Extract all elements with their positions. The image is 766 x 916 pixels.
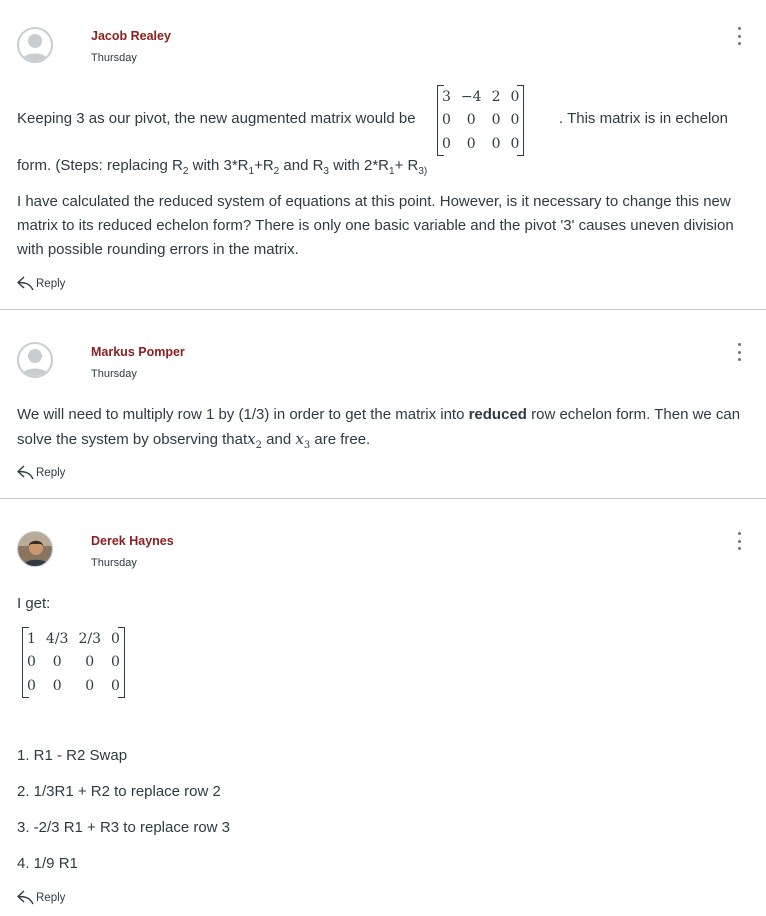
steps-line: form. (Steps: replacing R2 with 3*R1+R2 … bbox=[17, 154, 427, 184]
reply-arrow-icon bbox=[17, 890, 34, 905]
matrix-cell: 0 bbox=[491, 112, 501, 129]
emphasis: reduced bbox=[468, 406, 527, 423]
reply-button[interactable]: Reply bbox=[17, 890, 65, 905]
math-variable: x3 bbox=[295, 430, 311, 451]
list-item: 3. -2/3 R1 + R3 to replace row 3 bbox=[17, 819, 231, 836]
post-paragraph: I have calculated the reduced system of … bbox=[17, 193, 734, 258]
author-name[interactable]: Derek Haynes bbox=[91, 534, 174, 548]
matrix-cell: 2/3 bbox=[78, 630, 101, 647]
matrix-cell: 4/3 bbox=[45, 630, 69, 647]
reply-label: Reply bbox=[36, 466, 66, 479]
steps-text: +R bbox=[254, 157, 274, 174]
matrix-table: 3 −4 2 0 0 0 0 0 0 0 0 0 bbox=[437, 85, 524, 156]
steps-text: with 2*R bbox=[328, 157, 390, 174]
matrix-cell: 2 bbox=[491, 88, 501, 105]
more-options-icon[interactable] bbox=[733, 532, 745, 550]
matrix-cell: 0 bbox=[491, 135, 501, 152]
user-photo-icon bbox=[18, 532, 52, 566]
matrix-cell: 0 bbox=[85, 677, 95, 694]
paragraph-text: are free. bbox=[310, 431, 371, 448]
reply-label: Reply bbox=[36, 277, 66, 290]
post-divider bbox=[0, 498, 766, 499]
steps-text: with 3*R bbox=[188, 157, 249, 174]
avatar[interactable] bbox=[17, 531, 53, 567]
list-item: 1. R1 - R2 Swap bbox=[17, 747, 128, 764]
matrix-cell: 0 bbox=[85, 654, 95, 671]
matrix-cell: 0 bbox=[52, 677, 62, 694]
user-silhouette-icon bbox=[22, 34, 48, 61]
matrix-cell: 0 bbox=[466, 112, 476, 129]
subscript: 3) bbox=[418, 166, 428, 177]
steps-text: form. (Steps: replacing R bbox=[17, 157, 183, 174]
post-date: Thursday bbox=[91, 52, 137, 64]
user-silhouette-icon bbox=[22, 349, 48, 376]
author-name[interactable]: Jacob Realey bbox=[91, 29, 171, 43]
paragraph-text: and bbox=[261, 431, 296, 448]
matrix-cell: 0 bbox=[466, 135, 476, 152]
avatar[interactable] bbox=[17, 342, 53, 378]
post-text-line: Keeping 3 as our pivot, the new augmente… bbox=[17, 107, 416, 131]
reply-arrow-icon bbox=[17, 465, 34, 480]
steps-text: and R bbox=[279, 157, 324, 174]
reply-label: Reply bbox=[36, 891, 66, 904]
text-before-matrix: Keeping 3 as our pivot, the new augmente… bbox=[17, 110, 416, 127]
text-after-matrix: . This matrix is in echelon bbox=[559, 110, 728, 127]
reply-arrow-icon bbox=[17, 276, 34, 291]
more-options-icon[interactable] bbox=[733, 27, 745, 45]
augmented-matrix: 3 −4 2 0 0 0 0 0 0 0 0 0 bbox=[437, 85, 525, 156]
post-intro: I get: bbox=[17, 595, 51, 612]
list-item: 2. 1/3R1 + R2 to replace row 2 bbox=[17, 783, 221, 800]
avatar[interactable] bbox=[17, 27, 53, 63]
post-date: Thursday bbox=[91, 557, 137, 569]
math-variable: x2 bbox=[247, 430, 262, 451]
matrix-cell: −4 bbox=[460, 88, 482, 105]
steps-text: + R bbox=[394, 157, 419, 174]
more-options-icon[interactable] bbox=[733, 343, 745, 361]
matrix-table: 1 4/3 2/3 0 0 0 0 0 0 0 0 0 bbox=[22, 627, 125, 698]
post-paragraph: We will need to multiply row 1 by (1/3) … bbox=[17, 403, 762, 458]
post-date: Thursday bbox=[91, 368, 137, 380]
result-matrix: 1 4/3 2/3 0 0 0 0 0 0 0 0 0 bbox=[22, 627, 125, 698]
paragraph-text: We will need to multiply row 1 by (1/3) … bbox=[17, 406, 469, 423]
author-name[interactable]: Markus Pomper bbox=[91, 345, 185, 359]
reply-button[interactable]: Reply bbox=[17, 276, 65, 291]
reply-button[interactable]: Reply bbox=[17, 465, 65, 480]
matrix-cell: 0 bbox=[52, 654, 62, 671]
post-divider bbox=[0, 309, 766, 310]
list-item: 4. 1/9 R1 bbox=[17, 855, 78, 872]
